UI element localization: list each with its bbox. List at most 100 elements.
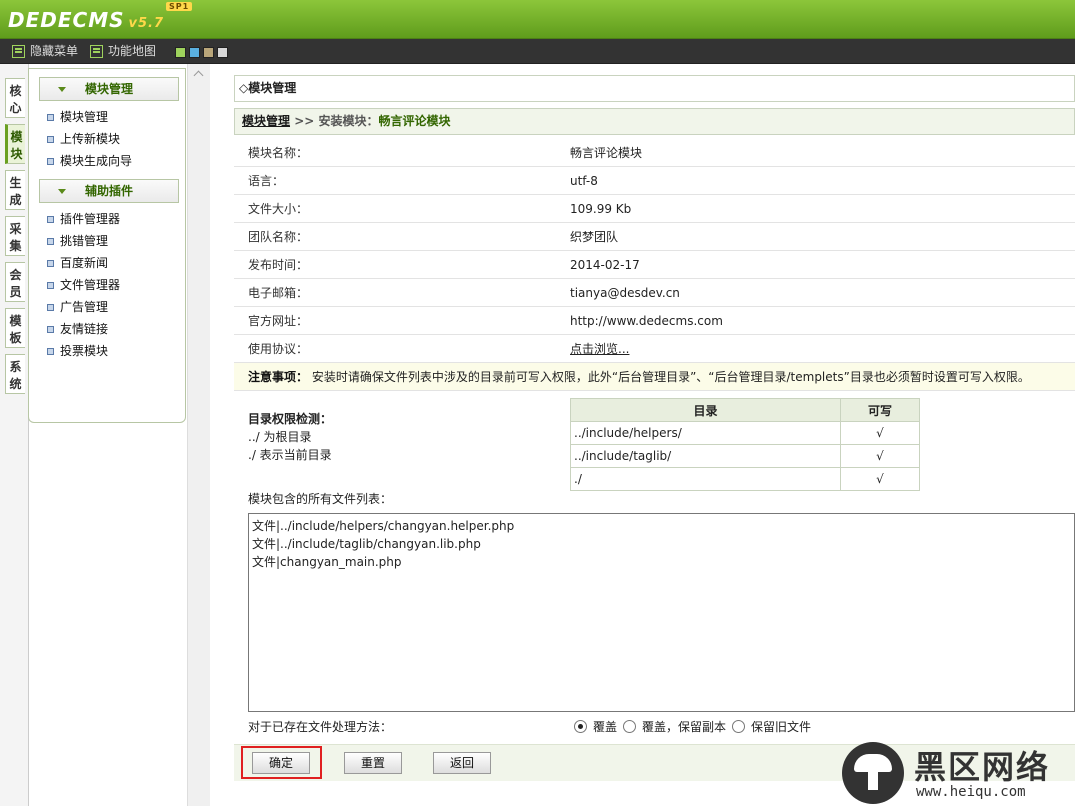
scroll-strip[interactable]: [187, 64, 210, 806]
info-key: 模块名称：: [248, 146, 309, 160]
permission-writable: √: [840, 421, 920, 445]
hide-menu-button[interactable]: 隐藏菜单: [12, 43, 78, 59]
vtab-item[interactable]: 模板: [5, 308, 25, 348]
info-row: 使用协议： 点击浏览...: [234, 335, 1075, 363]
sidebar-item[interactable]: 模块生成向导: [47, 151, 132, 171]
permission-dir: ../include/taglib/: [570, 444, 841, 468]
existing-file-options: 覆盖 覆盖，保留副本 保留旧文件: [574, 719, 817, 735]
info-key: 文件大小：: [248, 202, 309, 216]
watermark-brand: 黑区网络: [914, 748, 1051, 786]
col-dir: 目录: [570, 398, 841, 422]
notice-text: 安装时请确保文件列表中涉及的目录前可写入权限，此外“后台管理目录”、“后台管理目…: [311, 370, 1030, 384]
skin-swatches: [175, 47, 231, 61]
permission-heading: 目录权限检测：: [248, 412, 333, 426]
grid-icon: [90, 45, 103, 58]
info-row: 语言： utf-8: [234, 167, 1075, 195]
info-key: 发布时间：: [248, 258, 309, 272]
sidebar-item[interactable]: 百度新闻: [47, 253, 108, 273]
watermark: 黑区网络 www.heiqu.com: [842, 740, 1075, 806]
file-list-textarea[interactable]: 文件|../include/helpers/changyan.helper.ph…: [248, 513, 1075, 712]
col-writable: 可写: [840, 398, 920, 422]
info-value: http://www.dedecms.com: [570, 314, 723, 328]
sidebar-group-header[interactable]: 模块管理: [39, 77, 179, 101]
notice-row: 注意事项： 安装时请确保文件列表中涉及的目录前可写入权限，此外“后台管理目录”、…: [234, 363, 1075, 391]
mushroom-logo-icon: [842, 742, 904, 804]
sidebar-item[interactable]: 插件管理器: [47, 209, 120, 229]
site-map-button[interactable]: 功能地图: [90, 43, 156, 59]
sidebar-item[interactable]: 模块管理: [47, 107, 108, 127]
menu-bar: 隐藏菜单 功能地图: [0, 39, 1075, 64]
radio-button[interactable]: [732, 720, 746, 733]
info-key: 电子邮箱：: [248, 286, 309, 300]
breadcrumb: 模块管理 >> 安装模块：畅言评论模块: [234, 108, 1075, 135]
sidebar-item[interactable]: 上传新模块: [47, 129, 120, 149]
logo-text: DEDECMS: [8, 8, 125, 32]
info-row: 团队名称： 织梦团队: [234, 223, 1075, 251]
notice-label: 注意事项：: [248, 370, 309, 384]
page-title: ◇模块管理: [234, 75, 1075, 102]
skin-swatch[interactable]: [175, 47, 186, 58]
info-key: 语言：: [248, 174, 285, 188]
dedecms-logo: DEDECMS v5.7 SP1: [8, 2, 193, 32]
edition-badge: SP1: [166, 2, 193, 11]
permission-table: 目录 可写 ../include/helpers/√ ../include/tag…: [570, 398, 920, 491]
permission-row: ../include/helpers/√: [570, 421, 920, 445]
existing-file-option[interactable]: 保留旧文件: [732, 720, 811, 734]
site-map-label: 功能地图: [108, 44, 157, 58]
existing-file-option[interactable]: 覆盖，保留副本: [623, 720, 726, 734]
vertical-tabs: 核心模块生成采集会员模板系统: [0, 64, 29, 806]
permission-dir: ../include/helpers/: [570, 421, 841, 445]
main-panel: ◇模块管理 模块管理 >> 安装模块：畅言评论模块 模块名称： 畅言评论模块语言：…: [234, 75, 1075, 806]
logo-version: v5.7: [128, 16, 165, 31]
permission-row: ../include/taglib/√: [570, 444, 920, 468]
permission-row: ./√: [570, 467, 920, 491]
breadcrumb-sep: >> 安装模块：: [290, 114, 379, 128]
breadcrumb-current: 畅言评论模块: [378, 114, 451, 128]
sidebar-group-title: 辅助插件: [84, 184, 133, 198]
radio-button[interactable]: [623, 720, 637, 733]
permission-note-current: ./ 表示当前目录: [248, 448, 332, 462]
sidebar-item[interactable]: 投票模块: [47, 341, 108, 361]
sidebar-menu: 模块管理 模块管理 上传新模块 模块生成向导 辅助插件 插件管理器 挑错管理 百度新闻 文件管理…: [28, 68, 186, 423]
skin-swatch[interactable]: [203, 47, 214, 58]
info-value: utf-8: [570, 174, 598, 188]
chevron-up-icon: [193, 70, 204, 81]
option-label: 覆盖，保留副本: [642, 720, 727, 734]
sidebar-item[interactable]: 文件管理器: [47, 275, 120, 295]
permission-writable: √: [840, 467, 920, 491]
reset-button[interactable]: 重置: [344, 752, 402, 774]
vtab-item[interactable]: 模块: [5, 124, 25, 164]
info-value: tianya@desdev.cn: [570, 286, 680, 300]
license-link[interactable]: 点击浏览...: [570, 335, 629, 363]
vtab-item[interactable]: 会员: [5, 262, 25, 302]
file-entry: 文件|../include/taglib/changyan.lib.php: [252, 537, 481, 551]
permission-note-root: ../ 为根目录: [248, 430, 312, 444]
vtab-item[interactable]: 生成: [5, 170, 25, 210]
info-row: 发布时间： 2014-02-17: [234, 251, 1075, 279]
permission-note: 目录权限检测： ../ 为根目录 ./ 表示当前目录: [248, 410, 332, 464]
breadcrumb-link[interactable]: 模块管理: [242, 114, 290, 128]
info-value: 2014-02-17: [570, 258, 640, 272]
top-header: DEDECMS v5.7 SP1: [0, 0, 1075, 39]
sidebar-group-header[interactable]: 辅助插件: [39, 179, 179, 203]
hide-menu-label: 隐藏菜单: [30, 44, 79, 58]
info-key: 团队名称：: [248, 230, 309, 244]
existing-file-label: 对于已存在文件处理方法：: [248, 720, 393, 734]
vtab-item[interactable]: 采集: [5, 216, 25, 256]
menu-icon: [12, 45, 25, 58]
sidebar-item[interactable]: 挑错管理: [47, 231, 108, 251]
vtab-item[interactable]: 系统: [5, 354, 25, 394]
skin-swatch[interactable]: [217, 47, 228, 58]
sidebar-item[interactable]: 广告管理: [47, 297, 108, 317]
existing-file-option[interactable]: 覆盖: [574, 720, 617, 734]
info-value: 109.99 Kb: [570, 202, 632, 216]
sidebar-item[interactable]: 友情链接: [47, 319, 108, 339]
skin-swatch[interactable]: [189, 47, 200, 58]
option-label: 保留旧文件: [751, 720, 812, 734]
vtab-item[interactable]: 核心: [5, 78, 25, 118]
radio-button[interactable]: [574, 720, 587, 733]
chevron-down-icon: [58, 87, 66, 92]
back-button[interactable]: 返回: [433, 752, 491, 774]
sidebar-group-title: 模块管理: [84, 82, 133, 96]
info-row: 文件大小： 109.99 Kb: [234, 195, 1075, 223]
